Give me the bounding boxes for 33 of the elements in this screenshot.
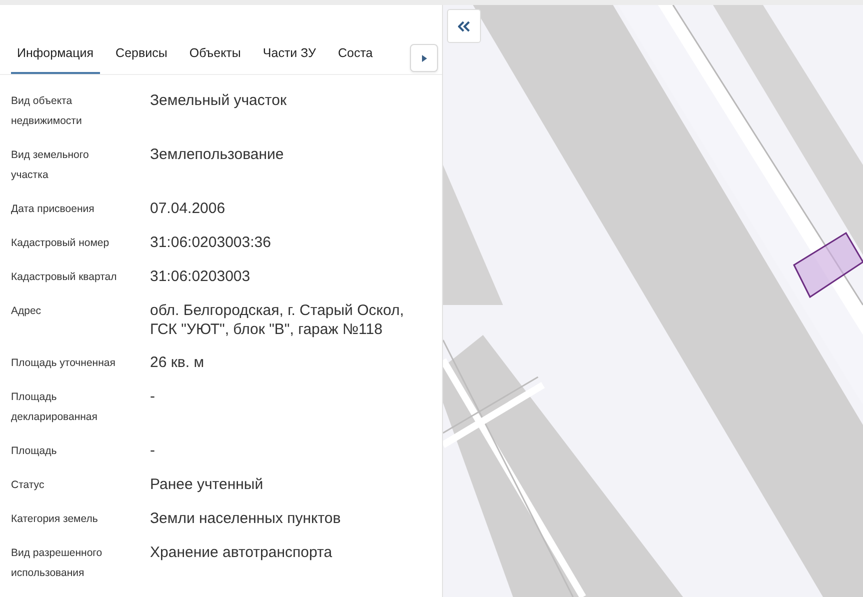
field-label: Вид объекта недвижимости: [11, 94, 83, 129]
field-value: Земли населенных пунктов: [150, 509, 341, 529]
field-value: 31:06:0203003: [150, 267, 250, 287]
field-label: Вид разрешенного использования: [11, 546, 104, 581]
double-chevron-left-icon: [458, 20, 470, 32]
caret-right-icon: [422, 54, 426, 62]
field-label: Категория земель: [11, 512, 99, 527]
field-value: 07.04.2006: [150, 199, 226, 219]
field-label: Статус: [11, 478, 46, 493]
tab[interactable]: Сервисы: [110, 41, 174, 74]
field-label: Площадь декларированная: [11, 390, 98, 425]
field-value: 26 кв. м: [150, 353, 204, 373]
field-value: Ранее учтенный: [150, 475, 264, 495]
field-value: 31:06:0203003:36: [150, 233, 271, 253]
scroll-right-button[interactable]: [410, 44, 438, 72]
field-value: Хранение автотранспорта: [150, 543, 332, 563]
field-label: Площадь: [11, 444, 58, 459]
field-value: Земельный участок: [150, 91, 287, 111]
field-value: Землепользование: [150, 145, 284, 165]
field-label: Дата присвоения: [11, 202, 96, 217]
tab[interactable]: Соста: [332, 41, 379, 74]
collapse-panel-button[interactable]: [447, 9, 481, 43]
field-value: -: [150, 441, 155, 461]
tab[interactable]: Части ЗУ: [256, 41, 322, 74]
tab[interactable]: Информация: [11, 41, 100, 74]
field-label: Адрес: [11, 304, 42, 319]
field-label: Площадь уточненная: [11, 356, 116, 371]
tab[interactable]: Объекты: [183, 41, 247, 74]
field-value: обл. Белгородская, г. Старый Оскол, ГСК "УЮТ", блок "В", гараж №118: [150, 301, 405, 339]
field-label: Кадастровый номер: [11, 236, 110, 251]
field-value: -: [150, 387, 155, 407]
field-label: Вид земельного участка: [11, 148, 90, 183]
field-label: Кадастровый квартал: [11, 270, 118, 285]
